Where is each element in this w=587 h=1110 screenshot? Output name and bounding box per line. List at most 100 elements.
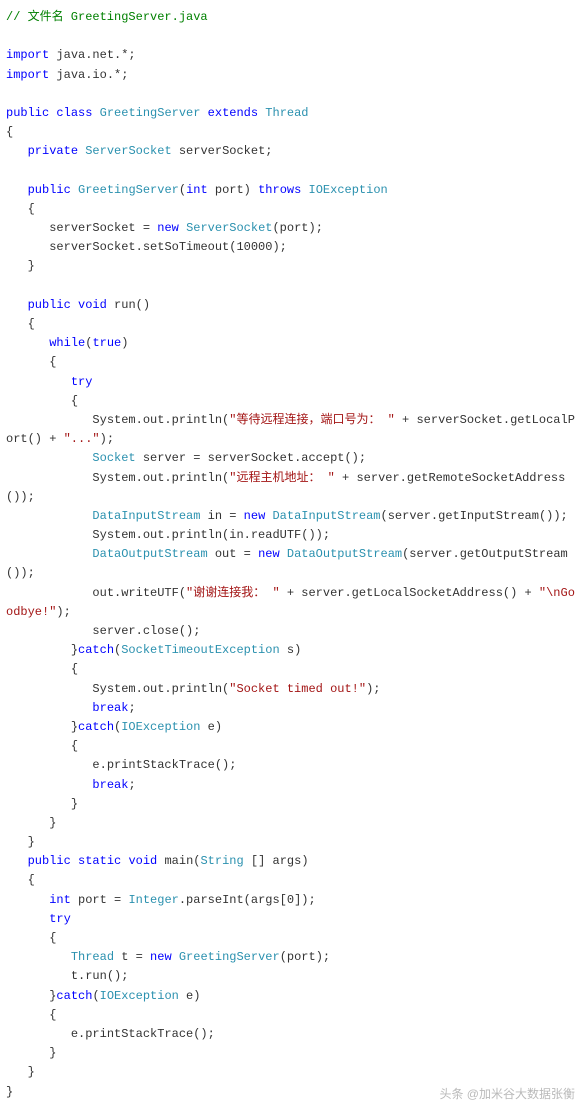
l8: server.close(); [6,624,200,638]
string-type: String [200,854,243,868]
c1ba: System.out.println( [6,682,229,696]
mcb: e) [179,989,201,1003]
l4a [6,509,92,523]
kw-while: while [49,336,85,350]
num-0: 0 [287,893,294,907]
l7b: + server.getLocalSocketAddress() + [280,586,539,600]
str-timeout: "Socket timed out!" [229,682,366,696]
kw-new3: new [258,547,280,561]
kw-import2: import [6,68,49,82]
comment-line: // 文件名 GreetingServer.java [6,10,208,24]
l6b: out = [208,547,258,561]
catch2b: e) [200,720,222,734]
ctor-l2b: ); [272,240,286,254]
kw-new2: new [244,509,266,523]
dos-type2: DataOutputStream [287,547,402,561]
l7c: ); [56,605,70,619]
pkg2: java.io.*; [49,68,128,82]
str-dots: "..." [64,432,100,446]
mca: } [6,989,56,1003]
catch1b: s) [280,643,302,657]
catch1a: } [6,643,78,657]
main-args: [] args) [244,854,309,868]
kw-try-main: try [49,912,71,926]
l3a: System.out.println( [6,471,229,485]
integer-type: Integer [128,893,178,907]
p: ( [92,989,99,1003]
num-10000: 10000 [236,240,272,254]
kw-catch-main: catch [56,989,92,1003]
kw-break2: break [92,778,128,792]
kw-class: class [56,106,92,120]
l6a [6,547,92,561]
socket-type: Socket [92,451,135,465]
l1a: System.out.println( [6,413,229,427]
c2body: e.printStackTrace(); [6,758,236,772]
kw-true: true [92,336,121,350]
ml3: t.run(); [6,969,128,983]
ml1a [6,893,49,907]
p: ( [179,183,186,197]
ioe-type: IOException [121,720,200,734]
ioe-type-main: IOException [100,989,179,1003]
kw-new-main: new [150,950,172,964]
l5: System.out.println(in.readUTF()); [6,528,330,542]
kw-void: void [78,298,107,312]
kw-public-run: public [28,298,71,312]
ctor-name: GreetingServer [78,183,179,197]
catch2a: } [6,720,78,734]
c1bb: ); [366,682,380,696]
exc-type: IOException [309,183,388,197]
kw-new: new [157,221,179,235]
pkg1: java.net.*; [49,48,135,62]
ctor-l1a: serverSocket = [6,221,157,235]
ml2a [6,950,71,964]
ml1d: ]); [294,893,316,907]
mcbody: e.printStackTrace(); [6,1027,215,1041]
ml2b: t = [114,950,150,964]
kw-import1: import [6,48,49,62]
ss-type: ServerSocket [186,221,272,235]
l4c: (server.getInputStream()); [381,509,568,523]
kw-catch1: catch [78,643,114,657]
kw-public-main: public [28,854,71,868]
kw-void-main: void [128,854,157,868]
kw-static: static [78,854,121,868]
thread-type: Thread [71,950,114,964]
field-type: ServerSocket [85,144,171,158]
kw-int: int [186,183,208,197]
ctor-l2a: serverSocket.setSoTimeout( [6,240,236,254]
str-thanks: "谢谢连接我： " [186,586,280,600]
dos-type: DataOutputStream [92,547,207,561]
ctor-l1b: (port); [272,221,322,235]
gs-type: GreetingServer [179,950,280,964]
ctor-param: port) [208,183,258,197]
kw-extends: extends [208,106,258,120]
l2a [6,451,92,465]
kw-private: private [28,144,78,158]
l1c: ); [100,432,114,446]
l2b: server = serverSocket.accept(); [136,451,366,465]
kw-public-ctor: public [28,183,71,197]
ml1b: port = [71,893,129,907]
kw-public: public [6,106,49,120]
str-wait: "等待远程连接，端口号为： " [229,413,395,427]
l4b: in = [200,509,243,523]
field-name: serverSocket; [172,144,273,158]
parent-name: Thread [265,106,308,120]
kw-break1: break [92,701,128,715]
ml2c: (port); [280,950,330,964]
run-name: run() [107,298,150,312]
class-name: GreetingServer [100,106,201,120]
dis-type: DataInputStream [92,509,200,523]
p: ) [121,336,128,350]
main-name: main( [157,854,200,868]
ste-type: SocketTimeoutException [121,643,279,657]
kw-int-main: int [49,893,71,907]
l7a: out.writeUTF( [6,586,186,600]
kw-catch2: catch [78,720,114,734]
kw-throws: throws [258,183,301,197]
kw-try: try [71,375,93,389]
str-remote: "远程主机地址： " [229,471,335,485]
ml1c: .parseInt(args[ [179,893,287,907]
